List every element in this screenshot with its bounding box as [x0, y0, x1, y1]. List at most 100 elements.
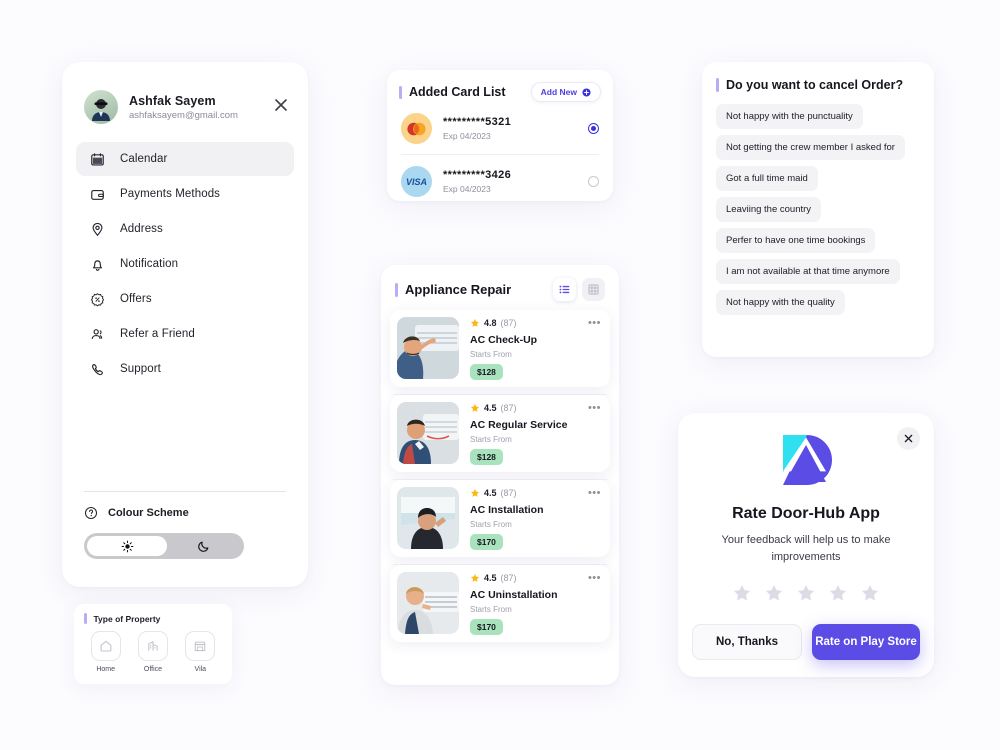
no-thanks-button[interactable]: No, Thanks — [692, 624, 802, 660]
more-horizontal-icon[interactable]: ••• — [588, 318, 601, 329]
card-info: *********3426 Exp 04/2023 — [443, 169, 588, 194]
service-starts-from: Starts From — [470, 350, 512, 359]
service-thumbnail — [397, 317, 459, 379]
service-item[interactable]: 4.5 (87) ••• AC Uninstallation Starts Fr… — [390, 565, 610, 642]
dialog-title: Rate Door-Hub App — [732, 505, 880, 522]
cancel-reason-option[interactable]: Not happy with the punctuality — [716, 104, 863, 129]
accent-bar — [399, 85, 402, 99]
sidebar-item-support[interactable]: Support — [76, 352, 294, 386]
service-rating: 4.5 (87) — [470, 573, 603, 583]
location-pin-icon — [89, 221, 106, 238]
sun-icon — [121, 540, 133, 552]
property-option-label: Vila — [194, 666, 207, 673]
property-option-home[interactable]: Home — [90, 631, 121, 673]
home-icon — [90, 631, 121, 661]
app-canvas: Ashfak Sayem ashfaksayem@gmail.com Calen… — [0, 0, 1000, 750]
star-icon[interactable] — [732, 583, 752, 603]
star-icon[interactable] — [828, 583, 848, 603]
profile-email: ashfaksayem@gmail.com — [129, 109, 238, 121]
cancel-reason-option[interactable]: Not getting the crew member I asked for — [716, 135, 905, 160]
add-new-label: Add New — [540, 87, 577, 97]
card-select-radio[interactable] — [588, 176, 599, 187]
store-icon — [185, 631, 216, 661]
question-circle-icon — [84, 506, 98, 520]
appliance-repair-panel: Appliance Repair 4.8 (87) ••• AC Check-U… — [381, 265, 619, 685]
people-icon — [89, 326, 106, 343]
sidebar-item-calendar[interactable]: Calendar — [76, 142, 294, 176]
dialog-actions: No, Thanks Rate on Play Store — [678, 603, 934, 660]
service-item[interactable]: 4.5 (87) ••• AC Installation Starts From… — [390, 480, 610, 557]
service-item[interactable]: 4.5 (87) ••• AC Regular Service Starts F… — [390, 395, 610, 472]
add-new-card-button[interactable]: Add New — [530, 82, 601, 102]
rating-value: 4.5 — [484, 573, 497, 583]
service-name: AC Installation — [470, 504, 544, 516]
service-price: $128 — [470, 364, 503, 380]
close-icon[interactable] — [272, 96, 290, 114]
calendar-icon — [89, 151, 106, 168]
cancel-reason-option[interactable]: Leaviing the country — [716, 197, 822, 222]
list-view-button[interactable] — [553, 278, 576, 301]
theme-toggle[interactable] — [84, 533, 244, 559]
accent-bar — [395, 282, 398, 297]
colour-scheme-label: Colour Scheme — [108, 507, 189, 519]
rating-value: 4.5 — [484, 403, 497, 413]
service-rating: 4.5 (87) — [470, 403, 603, 413]
cancel-reason-option[interactable]: I am not available at that time anymore — [716, 259, 900, 284]
phone-icon — [89, 361, 106, 378]
service-starts-from: Starts From — [470, 520, 512, 529]
card-select-radio[interactable] — [588, 123, 599, 134]
profile-info: Ashfak Sayem ashfaksayem@gmail.com — [129, 94, 238, 121]
visa-logo-icon: VISA — [401, 166, 432, 197]
service-thumbnail — [397, 572, 459, 634]
star-rating-input[interactable] — [678, 583, 934, 603]
theme-toggle-light-option[interactable] — [87, 536, 167, 556]
dialog-subtitle: Your feedback will help us to make impro… — [721, 534, 891, 563]
door-hub-logo-icon — [780, 432, 833, 485]
sidebar-item-label: Payments Methods — [120, 188, 221, 200]
property-option-vila[interactable]: Vila — [185, 631, 216, 673]
star-icon[interactable] — [860, 583, 880, 603]
cancel-reason-option[interactable]: Perfer to have one time bookings — [716, 228, 876, 253]
sidebar-item-address[interactable]: Address — [76, 212, 294, 246]
cancel-title: Do you want to cancel Order? — [726, 78, 904, 92]
dialog-close-button[interactable] — [897, 427, 920, 450]
card-number: *********3426 — [443, 169, 512, 181]
more-horizontal-icon[interactable]: ••• — [588, 573, 601, 584]
card-info: *********5321 Exp 04/2023 — [443, 116, 588, 141]
rating-value: 4.5 — [484, 488, 497, 498]
ac-checkup-photo — [397, 317, 459, 379]
service-name: AC Uninstallation — [470, 589, 558, 601]
sidebar-item-offers[interactable]: Offers — [76, 282, 294, 316]
sidebar-item-notification[interactable]: Notification — [76, 247, 294, 281]
ac-installation-photo — [397, 487, 459, 549]
cancel-reason-option[interactable]: Not happy with the quality — [716, 290, 845, 315]
plus-circle-icon — [582, 87, 591, 97]
star-icon[interactable] — [796, 583, 816, 603]
cancel-reason-list: Not happy with the punctuality Not getti… — [702, 92, 934, 315]
cancel-reason-option[interactable]: Got a full time maid — [716, 166, 818, 191]
rate-on-play-store-button[interactable]: Rate on Play Store — [812, 624, 920, 660]
rate-app-dialog: Rate Door-Hub App Your feedback will hel… — [678, 413, 934, 677]
grid-view-button[interactable] — [582, 278, 605, 301]
star-icon[interactable] — [764, 583, 784, 603]
sidebar-item-label: Refer a Friend — [120, 328, 195, 340]
rating-count: (87) — [500, 488, 517, 498]
card-row[interactable]: VISA *********3426 Exp 04/2023 — [387, 155, 613, 197]
service-item[interactable]: 4.8 (87) ••• AC Check-Up Starts From $12… — [390, 310, 610, 387]
ac-regular-service-photo — [397, 402, 459, 464]
moon-icon — [198, 541, 209, 552]
service-thumbnail — [397, 487, 459, 549]
more-horizontal-icon[interactable]: ••• — [588, 488, 601, 499]
rating-count: (87) — [500, 403, 517, 413]
sidebar-item-refer-a-friend[interactable]: Refer a Friend — [76, 317, 294, 351]
property-option-office[interactable]: Office — [137, 631, 168, 673]
more-horizontal-icon[interactable]: ••• — [588, 403, 601, 414]
service-starts-from: Starts From — [470, 605, 512, 614]
theme-toggle-dark-option[interactable] — [167, 539, 241, 553]
service-price: $128 — [470, 449, 503, 465]
sidebar-item-payments-methods[interactable]: Payments Methods — [76, 177, 294, 211]
card-row[interactable]: *********5321 Exp 04/2023 — [387, 102, 613, 144]
type-of-property-card: Type of Property Home Office Vila — [74, 604, 232, 684]
service-price: $170 — [470, 619, 503, 635]
star-icon — [470, 319, 480, 327]
